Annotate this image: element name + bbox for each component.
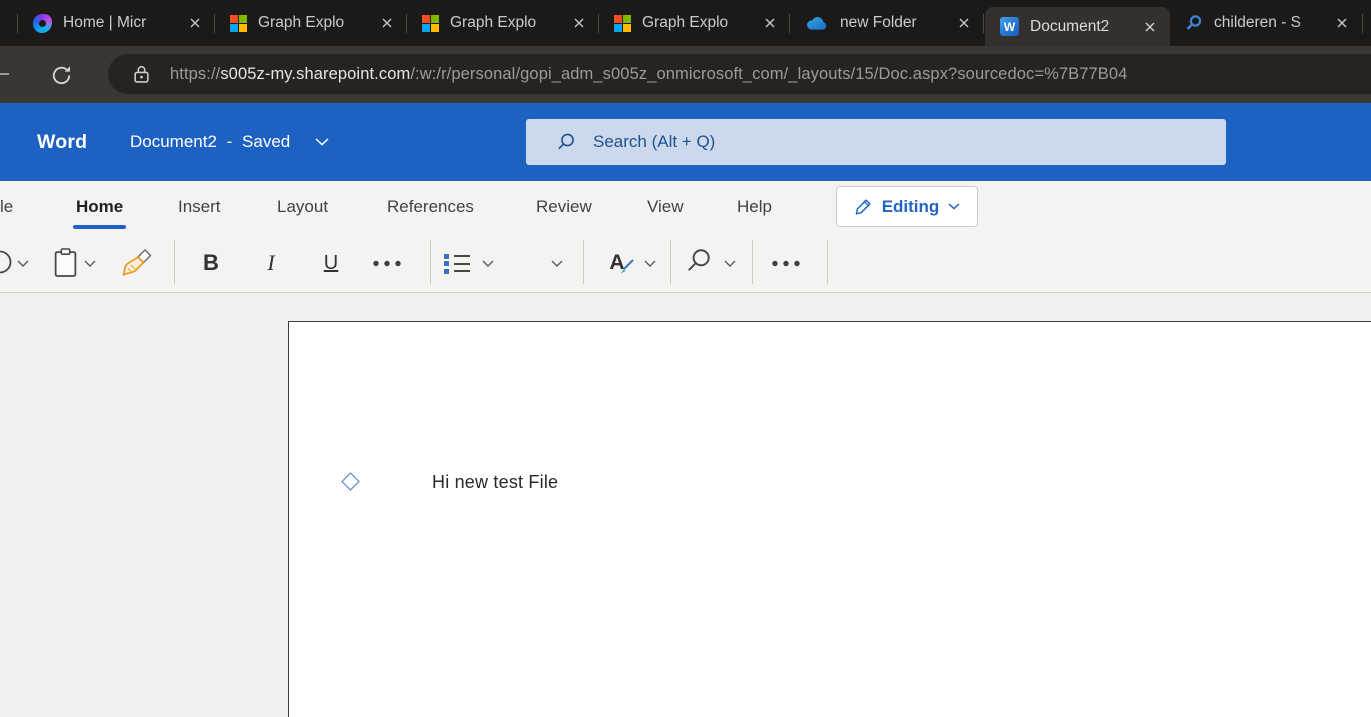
microsoft-icon [614,14,631,32]
document-page[interactable]: Hi new test File [288,321,1371,717]
tab-layout[interactable]: Layout [277,181,328,233]
tab-help[interactable]: Help [737,181,772,233]
tab-divider [1362,14,1363,33]
undo-icon [0,249,14,277]
bullet-list-chevron[interactable] [482,260,494,268]
paste-button[interactable] [52,247,79,279]
ribbon-tab-row: le Home Insert Layout References Review … [0,181,1371,233]
bullet-list-button[interactable] [444,251,470,276]
pencil-icon [855,199,871,215]
tab-divider [983,14,984,33]
alignment-chevron[interactable] [551,260,563,268]
url-domain: s005z-my.sharepoint.com [220,64,411,83]
tab-home-microsoft[interactable]: Home | Micr [18,0,215,46]
format-painter-button[interactable] [119,247,153,279]
tab-view[interactable]: View [647,181,684,233]
close-icon[interactable] [376,12,398,34]
find-chevron[interactable] [724,260,736,268]
tab-graph-explorer-2[interactable]: Graph Explo [407,0,599,46]
brush-pen-icon [620,259,634,274]
undo-menu-chevron[interactable] [17,260,29,268]
url-scheme: https:// [170,64,221,83]
close-icon[interactable] [568,12,590,34]
underline-button[interactable]: U [316,247,346,279]
search-icon [1186,15,1202,30]
tab-title: Graph Explo [258,14,345,31]
tab-childeren-search[interactable]: childeren - S [1170,0,1362,46]
app-name[interactable]: Word [37,103,87,181]
url-text: https://s005z-my.sharepoint.com/:w:/r/pe… [170,65,1127,84]
content-control-diamond-icon[interactable] [341,472,360,491]
url-path: /:w:/r/personal/gopi_adm_s005z_onmicroso… [410,64,1128,83]
bold-button[interactable]: B [196,247,226,279]
url-field[interactable]: https://s005z-my.sharepoint.com/:w:/r/pe… [108,54,1371,94]
close-icon[interactable] [953,12,975,34]
browser-window: Home | Micr Graph Explo Graph Explo Grap… [0,0,1371,717]
clipboard-icon [54,248,77,277]
font-effects-chevron[interactable] [644,260,656,268]
search-box[interactable] [526,119,1226,165]
formatting-toolbar: B I U A [0,233,1371,293]
document-title: Document2 - Saved [130,132,291,151]
browser-tab-bar: Home | Micr Graph Explo Graph Explo Grap… [0,0,1371,46]
find-button[interactable] [685,247,713,275]
toolbar-divider [827,240,828,284]
toolbar-divider [174,240,175,284]
more-icon [772,260,800,267]
search-input[interactable] [593,132,1093,152]
word-icon: W [1000,17,1019,36]
document-canvas: Hi new test File [0,293,1371,717]
close-icon[interactable] [1331,12,1353,34]
tab-new-folder[interactable]: new Folder [790,0,984,46]
word-app-header: Word Document2 - Saved [0,103,1371,181]
lock-icon[interactable] [134,65,149,83]
editing-label: Editing [881,196,940,216]
tab-title: new Folder [840,14,917,31]
tab-file-partial[interactable]: le [0,181,13,233]
document-body-text[interactable]: Hi new test File [432,472,558,493]
tab-review[interactable]: Review [536,181,592,233]
reload-icon[interactable] [46,60,76,90]
find-icon [688,249,710,271]
chevron-down-icon [315,138,329,146]
microsoft-icon [422,14,439,32]
tab-document2-active[interactable]: W Document2 [985,7,1170,46]
microsoft-icon [230,14,247,32]
close-icon[interactable] [1139,16,1161,38]
onedrive-icon [807,17,827,30]
editing-mode-button[interactable]: Editing [836,186,978,227]
document-title-group[interactable]: Document2 - Saved [130,103,329,181]
font-overflow-button[interactable] [372,260,404,267]
back-icon-partial[interactable] [0,73,9,75]
toolbar-divider [430,240,431,284]
paste-menu-chevron[interactable] [84,260,96,268]
bullet-list-icon [444,251,470,276]
tab-home[interactable]: Home [72,181,127,233]
tab-title: Graph Explo [642,14,729,31]
browser-address-bar: https://s005z-my.sharepoint.com/:w:/r/pe… [0,46,1371,103]
tab-insert[interactable]: Insert [178,181,221,233]
tab-references[interactable]: References [387,181,474,233]
toolbar-divider [670,240,671,284]
search-icon [558,133,574,150]
tab-title: Document2 [1030,17,1110,35]
chevron-down-icon [948,203,960,210]
toolbar-overflow-button[interactable] [771,260,803,267]
undo-button[interactable] [0,249,14,277]
italic-button[interactable]: I [256,247,286,279]
close-icon[interactable] [759,12,781,34]
tab-title: Home | Micr [63,14,147,31]
format-painter-icon [122,249,152,276]
tab-graph-explorer-3[interactable]: Graph Explo [599,0,790,46]
tab-title: childeren - S [1214,14,1302,31]
toolbar-divider [583,240,584,284]
more-icon [373,260,401,267]
copilot-icon [33,13,52,33]
tab-title: Graph Explo [450,14,537,31]
font-effects-button[interactable]: A [604,247,640,279]
close-icon[interactable] [184,12,206,34]
tab-graph-explorer-1[interactable]: Graph Explo [215,0,407,46]
toolbar-divider [752,240,753,284]
